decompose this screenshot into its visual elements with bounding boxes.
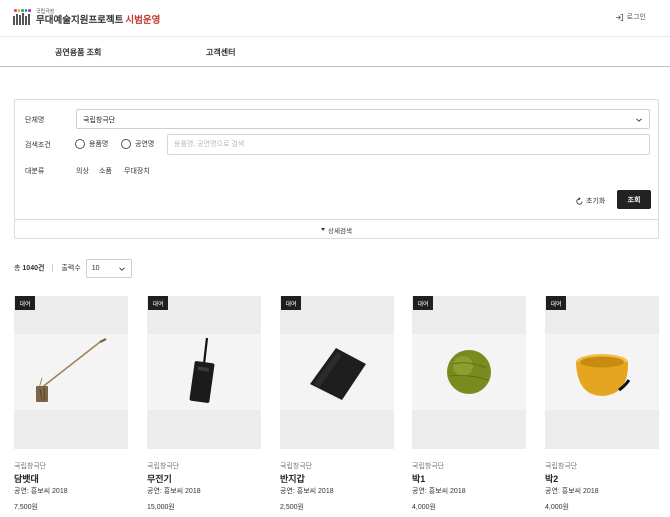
radio-performance-name-label: 공연명 <box>135 141 155 148</box>
login-label: 로그인 <box>626 14 646 21</box>
product-thumbnail[interactable]: 대여 <box>412 296 526 449</box>
product-price: 4,000원 <box>545 504 569 511</box>
product-price: 2,500원 <box>280 504 304 511</box>
keyword-input[interactable] <box>167 134 650 155</box>
product-thumbnail[interactable]: 대여 <box>545 296 659 449</box>
total-count: 1040건 <box>22 265 45 272</box>
detail-search-toggle[interactable]: 상세검색 <box>15 219 658 239</box>
product-performance: 공연: 흥보씨 2018 <box>14 488 68 495</box>
product-org: 국립창극단 <box>147 463 180 470</box>
product-price: 4,000원 <box>412 504 436 511</box>
condition-label: 검색조건 <box>25 142 51 149</box>
category-costume[interactable]: 의상 <box>76 166 89 176</box>
search-panel: 단체명 국립창극단 검색조건 용품명 공연명 대분류 의상 소품 무대장치 초기… <box>14 99 659 239</box>
product-performance: 공연: 흥보씨 2018 <box>147 488 201 495</box>
product-thumbnail[interactable]: 대여 <box>147 296 261 449</box>
group-label: 단체명 <box>25 117 45 124</box>
rental-badge: 대여 <box>15 296 35 310</box>
product-card[interactable]: 대여 국립창극단 무전기 공연: 흥보씨 2018 15,000원 <box>147 296 261 516</box>
nav-item-products[interactable]: 공연용품 조회 <box>55 47 101 58</box>
reset-button[interactable]: 초기화 <box>575 196 605 206</box>
nav-item-customer-center[interactable]: 고객센터 <box>206 47 235 58</box>
product-name[interactable]: 박2 <box>545 472 558 485</box>
results-bar: 총 1040건 출력수 10 <box>14 258 132 278</box>
radio-performance-name[interactable]: 공연명 <box>121 139 154 149</box>
radio-item-name[interactable]: 용품명 <box>75 139 108 149</box>
site-logo[interactable]: 국립극장 무대예술지원프로젝트 시범운영 <box>13 9 160 25</box>
product-thumbnail[interactable]: 대여 <box>14 296 128 449</box>
product-photo <box>412 334 526 410</box>
category-label: 대분류 <box>25 168 45 175</box>
logo-mark-icon <box>13 9 33 25</box>
radio-circle-icon <box>121 139 131 149</box>
search-button[interactable]: 조회 <box>617 190 651 209</box>
reset-label: 초기화 <box>586 198 606 205</box>
category-props[interactable]: 소품 <box>99 166 112 176</box>
product-name[interactable]: 담뱃대 <box>14 472 39 485</box>
product-performance: 공연: 흥보씨 2018 <box>280 488 334 495</box>
product-photo <box>14 334 128 410</box>
gourd-bowl-image <box>576 354 631 396</box>
product-performance: 공연: 흥보씨 2018 <box>412 488 466 495</box>
logo-accent-text: 시범운영 <box>125 14 161 26</box>
product-org: 국립창극단 <box>280 463 313 470</box>
product-card[interactable]: 대여 국립창극단 담뱃대 공연: 흥보씨 2018 7,500원 <box>14 296 128 516</box>
product-card[interactable]: 대여 국립창극단 반지갑 공연: 흥보씨 2018 2,500원 <box>280 296 394 516</box>
per-page-select[interactable]: 10 <box>85 258 132 278</box>
detail-search-label: 상세검색 <box>328 227 352 235</box>
total-prefix: 총 <box>14 265 21 272</box>
product-org: 국립창극단 <box>545 463 578 470</box>
login-arrow-icon <box>615 13 623 21</box>
product-name[interactable]: 반지갑 <box>280 472 305 485</box>
product-card[interactable]: 대여 국립창극단 박2 공연: 흥보씨 2018 4,000원 <box>545 296 659 516</box>
category-stage-equipment[interactable]: 무대장치 <box>124 166 150 176</box>
divider <box>52 264 54 272</box>
product-photo <box>147 334 261 410</box>
group-select[interactable]: 국립창극단 <box>76 109 650 129</box>
per-page-value: 10 <box>91 264 100 272</box>
product-name[interactable]: 박1 <box>412 472 425 485</box>
rental-badge: 대여 <box>148 296 168 310</box>
login-link[interactable]: 로그인 <box>615 12 646 22</box>
per-page-label: 출력수 <box>61 265 81 272</box>
pipe-image <box>35 338 107 402</box>
site-header: 국립극장 무대예술지원프로젝트 시범운영 로그인 <box>0 0 670 36</box>
product-price: 7,500원 <box>14 504 38 511</box>
product-price: 15,000원 <box>147 504 175 511</box>
logo-main-text: 무대예술지원프로젝트 시범운영 <box>36 14 161 26</box>
rental-badge: 대여 <box>281 296 301 310</box>
radio-circle-icon <box>75 139 85 149</box>
triangle-down-icon <box>321 228 326 231</box>
chevron-down-icon <box>636 118 642 122</box>
product-thumbnail[interactable]: 대여 <box>280 296 394 449</box>
product-photo <box>280 334 394 410</box>
wallet-image <box>310 348 366 400</box>
product-org: 국립창극단 <box>14 463 47 470</box>
chevron-down-icon <box>118 266 125 271</box>
gourd-image <box>447 350 491 394</box>
group-select-value: 국립창극단 <box>83 117 116 124</box>
walkie-talkie-image <box>189 337 215 403</box>
radio-item-name-label: 용품명 <box>89 141 109 148</box>
rental-badge: 대여 <box>413 296 433 310</box>
main-nav: 공연용품 조회 고객센터 <box>0 36 670 67</box>
product-photo <box>545 334 659 410</box>
product-performance: 공연: 흥보씨 2018 <box>545 488 599 495</box>
rental-badge: 대여 <box>546 296 566 310</box>
refresh-icon <box>576 196 583 205</box>
product-card[interactable]: 대여 국립창극단 박1 공연: 흥보씨 2018 4,000원 <box>412 296 526 516</box>
product-org: 국립창극단 <box>412 463 445 470</box>
product-name[interactable]: 무전기 <box>147 472 172 485</box>
